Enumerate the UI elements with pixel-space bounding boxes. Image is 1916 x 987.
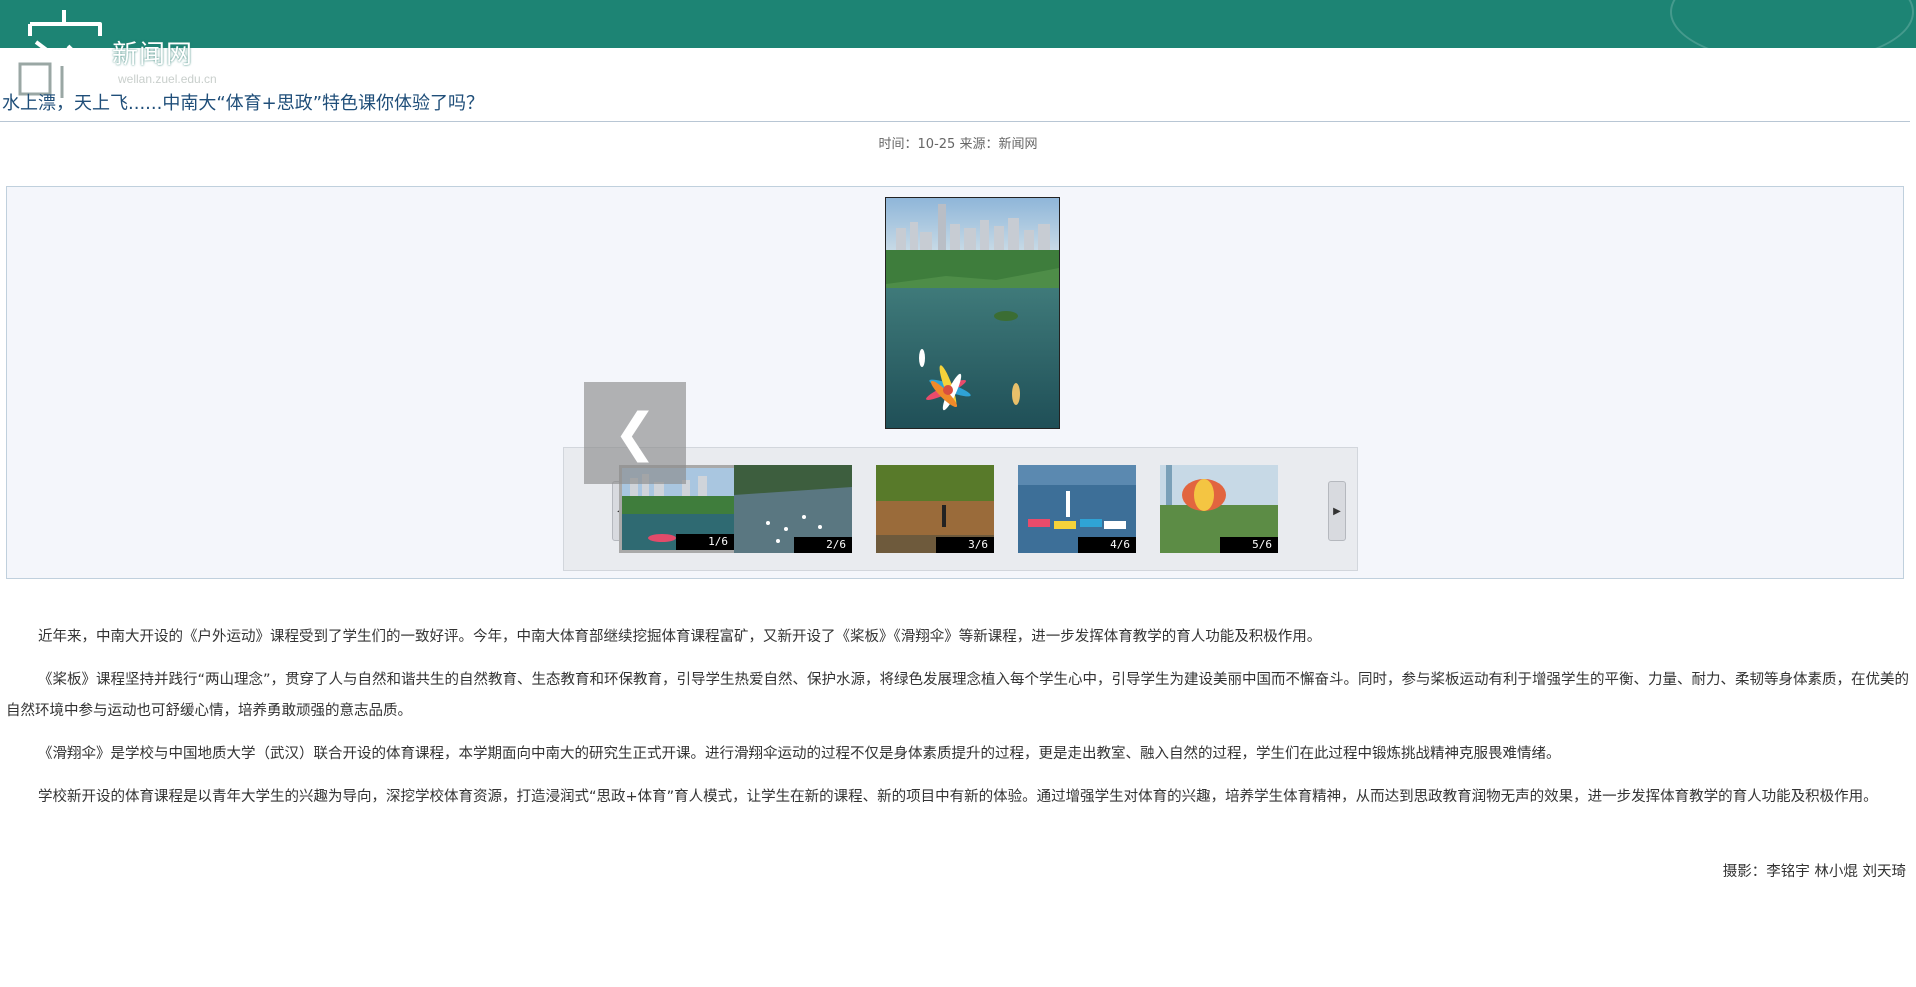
header-bar bbox=[0, 0, 1916, 64]
article-title: 水上漂，天上飞......中南大“体育+思政”特色课你体验了吗？ bbox=[2, 93, 485, 114]
title-divider bbox=[0, 121, 1910, 122]
thumbnail-counter: 4/6 bbox=[1078, 537, 1136, 553]
photo-gallery: ◀ 1/6 2/6 3/6 4/6 5/6 ▶ ❮ bbox=[6, 186, 1904, 579]
thumb-next-button[interactable]: ▶ bbox=[1328, 481, 1346, 541]
article-body: 近年来，中南大开设的《户外运动》课程受到了学生们的一致好评。今年，中南大体育部继… bbox=[6, 622, 1910, 825]
article-meta: 时间：10-25 来源：新闻网 bbox=[878, 137, 1038, 152]
site-logo[interactable]: 新闻网 wellan.zuel.edu.cn bbox=[0, 6, 260, 98]
thumbnail-2[interactable]: 2/6 bbox=[734, 465, 852, 553]
thumbnail-5[interactable]: 5/6 bbox=[1160, 465, 1278, 553]
thumbnail-counter: 3/6 bbox=[936, 537, 994, 553]
thumbnail-counter: 1/6 bbox=[676, 534, 734, 550]
thumbnail-3[interactable]: 3/6 bbox=[876, 465, 994, 553]
university-seal-watermark bbox=[1670, 0, 1914, 64]
logo-title: 新闻网 bbox=[112, 40, 194, 70]
paragraph: 学校新开设的体育课程是以青年大学生的兴趣为导向，深挖学校体育资源，打造浸润式“思… bbox=[38, 789, 1878, 805]
main-photo[interactable] bbox=[885, 197, 1060, 429]
paragraph: 《滑翔伞》是学校与中国地质大学（武汉）联合开设的体育课程，本学期面向中南大的研究… bbox=[38, 746, 1561, 762]
photo-credit: 摄影：李铭宇 林小焜 刘天琦 bbox=[1722, 864, 1906, 880]
paragraph: 《桨板》课程坚持并践行“两山理念”，贯穿了人与自然和谐共生的自然教育、生态教育和… bbox=[6, 672, 1910, 719]
paragraph: 近年来，中南大开设的《户外运动》课程受到了学生们的一致好评。今年，中南大体育部继… bbox=[38, 629, 1322, 645]
prev-photo-button[interactable]: ❮ bbox=[584, 382, 686, 484]
chevron-left-icon: ❮ bbox=[613, 403, 657, 463]
triangle-right-icon: ▶ bbox=[1333, 505, 1341, 517]
thumbnail-counter: 2/6 bbox=[794, 537, 852, 553]
thumbnail-counter: 5/6 bbox=[1220, 537, 1278, 553]
logo-emblem-icon bbox=[8, 10, 104, 98]
thumbnail-4[interactable]: 4/6 bbox=[1018, 465, 1136, 553]
logo-domain: wellan.zuel.edu.cn bbox=[118, 72, 217, 86]
